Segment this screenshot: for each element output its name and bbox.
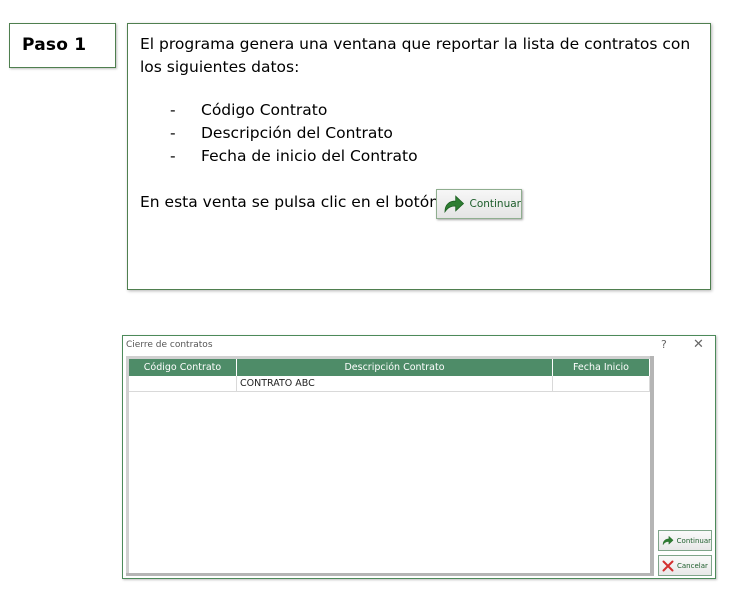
step-label: Paso 1 [22,35,87,55]
cell-descripcion[interactable]: CONTRATO ABC [237,376,553,391]
red-x-icon [662,560,674,571]
bullet-item: - Código Contrato [170,99,418,122]
bullet-text: Descripción del Contrato [201,124,393,142]
table-row[interactable]: CONTRATO ABC [129,376,650,392]
inline-continuar-button-image: Continuar [436,189,522,219]
bullet-marker: - [170,101,176,119]
window-title: Cierre de contratos [126,340,213,350]
grid-bottom-edge [126,573,654,576]
bullet-marker: - [170,124,176,142]
help-icon[interactable]: ? [661,338,667,351]
forward-arrow-icon [444,195,465,213]
forward-arrow-icon [662,535,674,546]
description-outro: En esta venta se pulsa clic en el botón [140,193,440,211]
description-intro: El programa genera una ventana que repor… [140,35,691,76]
cancelar-button[interactable]: Cancelar [658,555,712,576]
cell-fecha-inicio[interactable] [553,376,650,391]
description-box: El programa genera una ventana que repor… [127,23,711,290]
continuar-button[interactable]: Continuar [658,530,712,551]
bullet-text: Fecha de inicio del Contrato [201,147,418,165]
column-header-codigo[interactable]: Código Contrato [129,359,237,376]
bullet-marker: - [170,147,176,165]
step-label-box: Paso 1 [9,23,116,68]
cancelar-button-label: Cancelar [677,561,708,570]
grid-right-edge [650,356,654,576]
description-bullet-list: - Código Contrato - Descripción del Cont… [170,99,418,168]
column-header-descripcion[interactable]: Descripción Contrato [237,359,553,376]
contracts-grid-frame: Código Contrato Descripción Contrato Fec… [126,356,654,576]
column-header-fecha-inicio[interactable]: Fecha Inicio [553,359,650,376]
close-icon[interactable]: ✕ [693,337,704,352]
continuar-button-label: Continuar [676,536,711,545]
inline-button-label: Continuar [469,197,521,210]
window-titlebar: Cierre de contratos ? ✕ [123,336,715,356]
cierre-contratos-window: Cierre de contratos ? ✕ Código Contrato … [122,335,716,579]
bullet-text: Código Contrato [201,101,328,119]
grid-header: Código Contrato Descripción Contrato Fec… [129,359,650,376]
bullet-item: - Fecha de inicio del Contrato [170,145,418,168]
contracts-grid[interactable]: Código Contrato Descripción Contrato Fec… [129,359,650,573]
bullet-item: - Descripción del Contrato [170,122,418,145]
cell-codigo[interactable] [129,376,237,391]
